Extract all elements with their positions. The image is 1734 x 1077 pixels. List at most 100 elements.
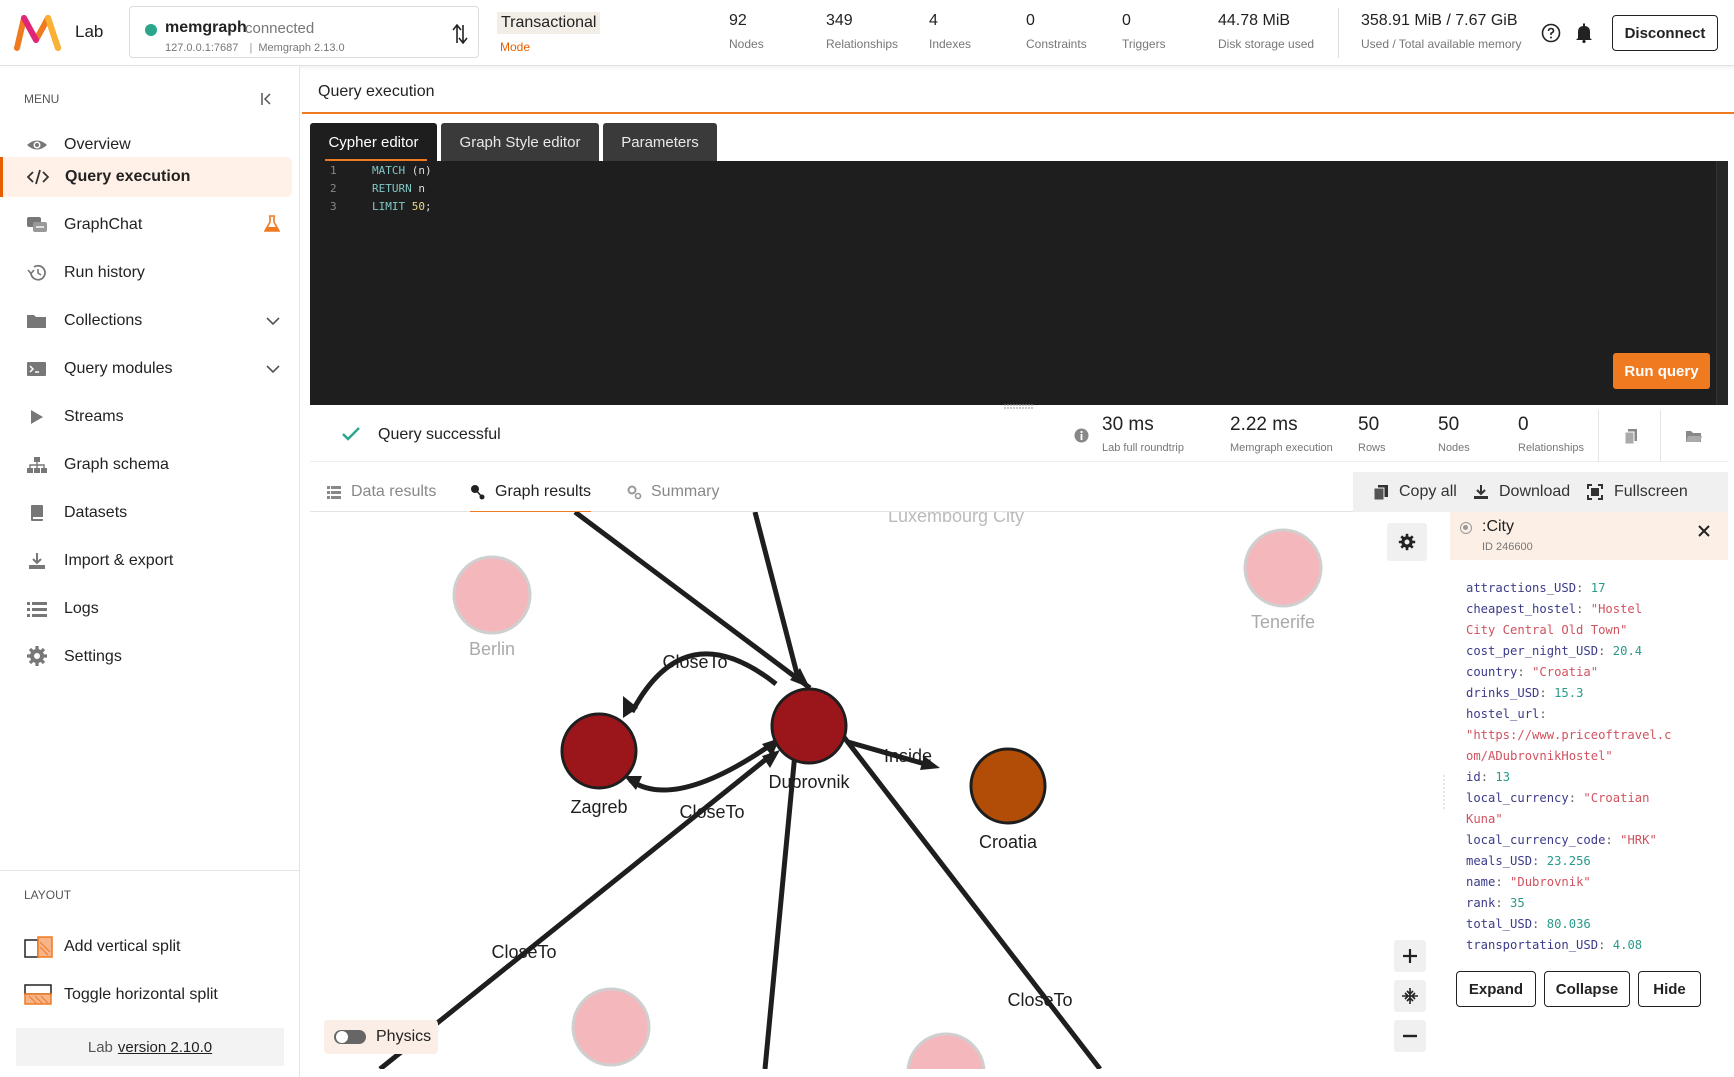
disconnect-button[interactable]: Disconnect (1612, 15, 1718, 51)
sidebar-item-settings[interactable]: Settings (2, 637, 292, 677)
chevron-down-icon[interactable] (266, 364, 280, 374)
graph-node[interactable] (906, 1032, 986, 1069)
info-icon[interactable] (1074, 428, 1089, 443)
sidebar-item-graph-schema[interactable]: Graph schema (2, 445, 292, 485)
fit-view-button[interactable] (1394, 980, 1426, 1012)
collapse-sidebar-icon[interactable] (260, 92, 274, 106)
metric-memgraph-execution: 2.22 ms Memgraph execution (1230, 414, 1333, 454)
stat-label: Indexes (929, 37, 972, 51)
switch-arrows-icon[interactable] (452, 23, 468, 45)
download-icon (1474, 485, 1488, 499)
tab-parameters[interactable]: Parameters (603, 123, 717, 161)
sidebar-item-label: Streams (64, 408, 124, 425)
fullscreen-button[interactable]: Fullscreen (1586, 472, 1688, 512)
play-icon (31, 410, 43, 424)
property-value: 80.036 (1546, 917, 1591, 931)
hide-button[interactable]: Hide (1638, 971, 1701, 1007)
cypher-editor[interactable]: 1 MATCH (n) 2 RETURN n 3 LIMIT 50; (310, 161, 1728, 405)
version-link[interactable]: version 2.10.0 (118, 1039, 212, 1056)
editor-scrollbar[interactable] (1716, 161, 1728, 405)
add-vertical-split-button[interactable]: Add vertical split (2, 926, 292, 966)
metric-label: Rows (1358, 442, 1386, 454)
physics-toggle[interactable]: Physics (324, 1020, 438, 1054)
toggle-horizontal-split-button[interactable]: Toggle horizontal split (2, 974, 292, 1014)
graph-icon (471, 485, 485, 500)
chevron-down-icon[interactable] (266, 316, 280, 326)
node-label: Croatia (979, 832, 1038, 852)
graph-settings-button[interactable] (1387, 523, 1427, 561)
property-value: Kuna" (1466, 812, 1503, 826)
sidebar-item-datasets[interactable]: Datasets (2, 493, 292, 533)
node-properties-panel: :City ID 246600 attractions_USD: 17 cheap… (1450, 512, 1734, 1069)
stat-value: 92 (729, 12, 747, 29)
property-row: om/ADubrovnikHostel" (1466, 746, 1716, 767)
sidebar-item-label: GraphChat (64, 216, 143, 233)
sidebar-item-label: Overview (64, 136, 131, 153)
connection-status-dot (145, 24, 157, 36)
property-row: attractions_USD: 17 (1466, 578, 1716, 599)
folder-icon (27, 315, 46, 328)
graph-node-croatia[interactable] (969, 747, 1047, 825)
download-button[interactable]: Download (1473, 472, 1570, 512)
property-key: drinks_USD (1466, 686, 1540, 700)
download-icon (29, 553, 45, 569)
edge-label: CloseTo (679, 802, 744, 822)
sidebar-item-label: Run history (64, 264, 145, 281)
graph-node-zagreb[interactable] (560, 712, 638, 790)
metric-label: Memgraph execution (1230, 442, 1333, 454)
collapse-button[interactable]: Collapse (1544, 971, 1630, 1007)
sidebar-item-collections[interactable]: Collections (2, 301, 292, 341)
keyword: LIMIT (372, 200, 406, 213)
divider (0, 870, 300, 871)
sidebar-item-import-export[interactable]: Import & export (2, 541, 292, 581)
expand-button[interactable]: Expand (1456, 971, 1536, 1007)
mode-value: Transactional (497, 12, 601, 34)
sidebar-item-query-execution[interactable]: Query execution (0, 157, 292, 197)
property-key: meals_USD (1466, 854, 1533, 868)
connection-details: 127.0.0.1:7687 | Memgraph 2.13.0 (165, 42, 345, 54)
line-number: 3 (330, 200, 337, 213)
graph-canvas[interactable]: Berlin Tenerife Zagreb Dubrovnik Croatia… (310, 512, 1438, 1069)
property-colon: : (1539, 686, 1555, 700)
property-value: 15.3 (1554, 686, 1584, 700)
property-value: City Central Old Town" (1466, 623, 1628, 637)
vertical-split-icon (24, 936, 53, 958)
panel-resize-handle[interactable] (1442, 775, 1446, 809)
sidebar-item-streams[interactable]: Streams (2, 397, 292, 437)
help-icon[interactable] (1541, 23, 1561, 43)
run-query-button[interactable]: Run query (1613, 353, 1710, 389)
graph-node-berlin[interactable] (452, 555, 532, 635)
code-rest: (n) (405, 164, 432, 177)
graph-node-tenerife[interactable] (1243, 528, 1323, 608)
property-value: om/ADubrovnikHostel" (1466, 749, 1613, 763)
property-value: 17 (1590, 581, 1606, 595)
copy-icon (1373, 485, 1388, 500)
bell-icon[interactable] (1575, 23, 1593, 43)
sidebar-item-graphchat[interactable]: GraphChat (2, 205, 292, 245)
tab-graph-style-editor[interactable]: Graph Style editor (441, 123, 599, 161)
folder-open-icon[interactable] (1685, 429, 1703, 443)
copy-icon[interactable] (1624, 428, 1638, 445)
graph-arrowhead (790, 668, 810, 688)
experimental-flask-icon (264, 215, 280, 232)
graph-node-dubrovnik[interactable] (770, 687, 848, 765)
tab-graph-results[interactable]: Graph results (470, 472, 592, 513)
tab-cypher-editor[interactable]: Cypher editor (310, 123, 437, 161)
zoom-in-button[interactable] (1394, 940, 1426, 972)
stat-label: Constraints (1026, 37, 1087, 51)
tab-data-results[interactable]: Data results (326, 472, 436, 512)
plus-icon (1403, 949, 1417, 963)
connection-box[interactable]: memgraph connected 127.0.0.1:7687 | Memg… (129, 6, 479, 58)
sidebar-item-run-history[interactable]: Run history (2, 253, 292, 293)
copy-all-button[interactable]: Copy all (1373, 472, 1457, 512)
zoom-out-button[interactable] (1394, 1020, 1426, 1052)
tab-summary[interactable]: Summary (626, 472, 719, 512)
sidebar-item-query-modules[interactable]: Query modules (2, 349, 292, 389)
graph-node[interactable] (571, 987, 651, 1067)
close-icon[interactable] (1697, 524, 1711, 538)
sidebar-item-logs[interactable]: Logs (2, 589, 292, 629)
book-icon (31, 505, 43, 521)
property-row: total_USD: 80.036 (1466, 914, 1716, 935)
stat-nodes: 92 Nodes (729, 12, 764, 51)
version-prefix: Lab (87, 1038, 113, 1056)
